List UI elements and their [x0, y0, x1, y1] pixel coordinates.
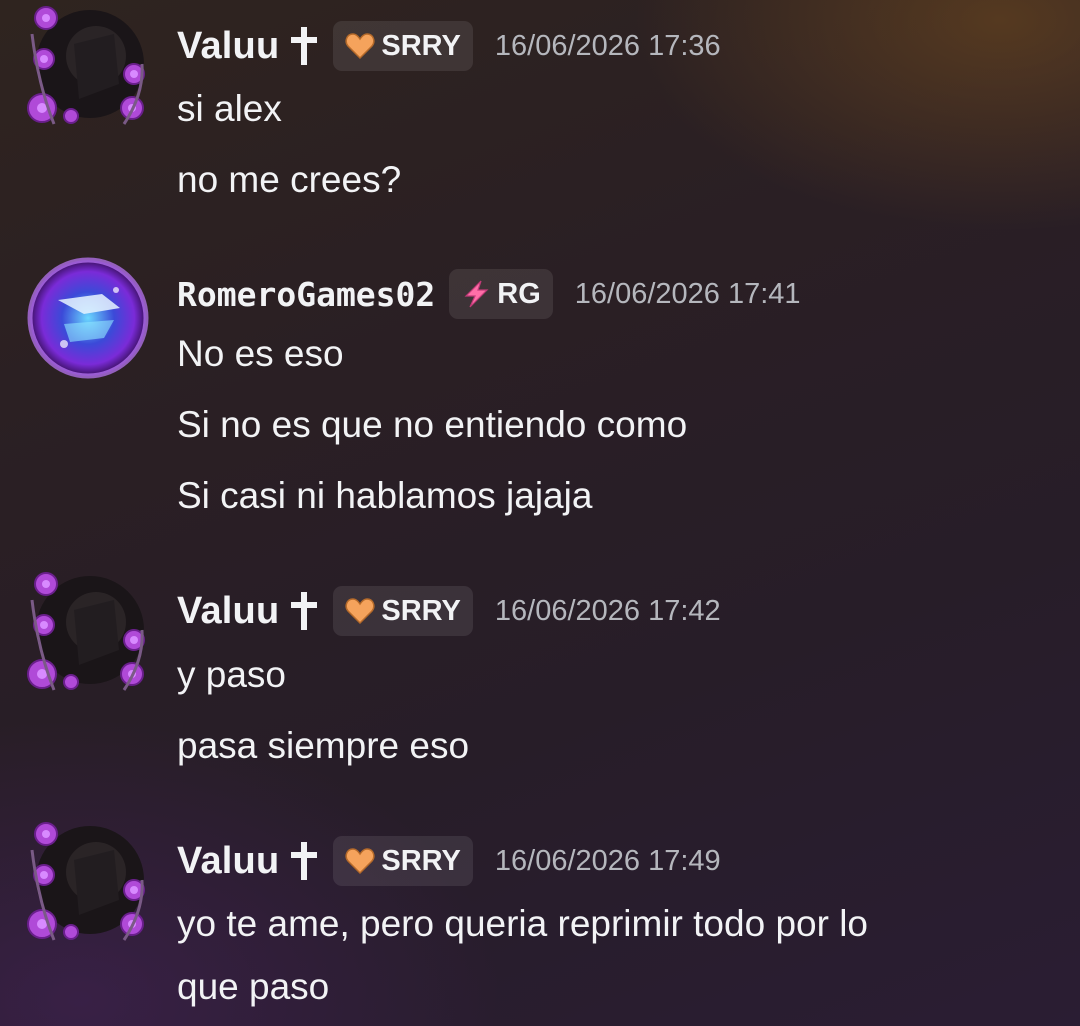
server-tag[interactable]: SRRY	[333, 586, 473, 636]
avatar[interactable]	[24, 820, 152, 948]
rose-frame-avatar-icon	[27, 6, 145, 125]
message-text: y paso	[177, 654, 287, 695]
lightning-bolt-icon	[461, 280, 491, 308]
message-text: si alex	[177, 88, 282, 129]
message-header: Valuu SRRY 16/06/2026 17:36	[177, 20, 721, 72]
server-tag[interactable]: SRRY	[333, 21, 473, 71]
avatar[interactable]	[24, 4, 152, 132]
message-text: no me crees?	[177, 159, 402, 200]
username[interactable]: Valuu	[177, 25, 279, 68]
timestamp: 16/06/2026 17:41	[574, 277, 801, 310]
message-text: Si no es que no entiendo como	[177, 404, 688, 445]
message-text: No es eso	[177, 333, 344, 374]
orange-heart-icon	[345, 32, 375, 60]
timestamp: 16/06/2026 17:42	[494, 594, 721, 627]
username[interactable]: Valuu	[177, 590, 279, 633]
username[interactable]: RomeroGames02	[177, 275, 435, 314]
message-text: que paso	[177, 966, 330, 1007]
avatar[interactable]	[24, 254, 152, 382]
orange-heart-icon	[345, 597, 375, 625]
message-header: Valuu SRRY 16/06/2026 17:42	[177, 585, 721, 637]
message-text: yo te ame, pero queria reprimir todo por…	[177, 903, 869, 944]
latin-cross-icon	[289, 590, 319, 632]
latin-cross-icon	[289, 25, 319, 67]
message-header: Valuu SRRY 16/06/2026 17:49	[177, 835, 721, 887]
server-tag-label: RG	[497, 277, 541, 310]
server-tag[interactable]: SRRY	[333, 836, 473, 886]
message-header: RomeroGames02 RG 16/06/2026 17:41	[177, 268, 801, 320]
latin-cross-icon	[289, 840, 319, 882]
rose-frame-avatar-icon	[27, 572, 145, 691]
timestamp: 16/06/2026 17:49	[494, 844, 721, 877]
timestamp: 16/06/2026 17:36	[494, 29, 721, 62]
message-text: pasa siempre eso	[177, 725, 470, 766]
orange-heart-icon	[345, 847, 375, 875]
server-tag-label: SRRY	[381, 844, 461, 877]
rose-frame-avatar-icon	[27, 822, 145, 941]
galaxy-avatar-icon	[27, 257, 149, 379]
server-tag-label: SRRY	[381, 594, 461, 627]
server-tag-label: SRRY	[381, 29, 461, 62]
message-text: Si casi ni hablamos jajaja	[177, 475, 593, 516]
avatar[interactable]	[24, 570, 152, 698]
server-tag[interactable]: RG	[449, 269, 553, 319]
username[interactable]: Valuu	[177, 840, 279, 883]
